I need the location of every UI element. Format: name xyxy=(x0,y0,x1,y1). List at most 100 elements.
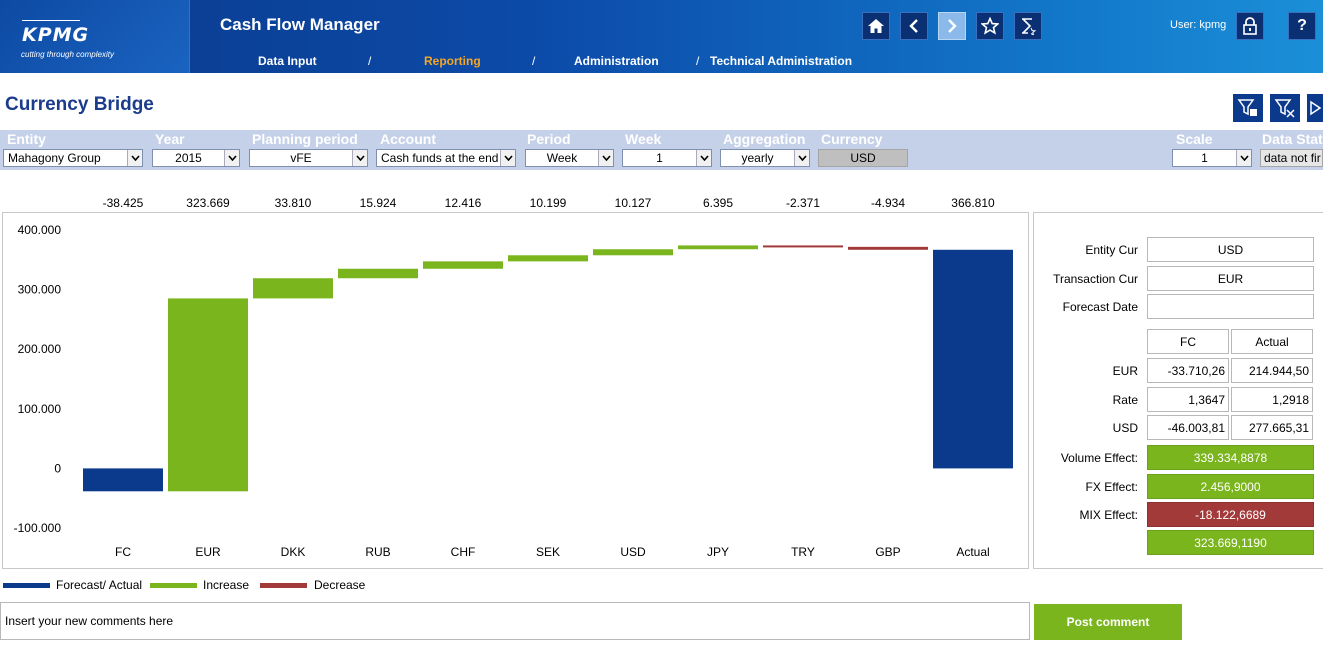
scale-select[interactable]: 1 xyxy=(1172,149,1252,167)
nav-reporting[interactable]: Reporting xyxy=(424,54,481,68)
kpmg-logo[interactable]: KPMG cutting through complexity xyxy=(0,0,190,73)
home-icon xyxy=(868,19,884,33)
help-button[interactable]: ? xyxy=(1288,12,1316,40)
account-select[interactable]: Cash funds at the end xyxy=(376,149,516,167)
data-label: -2.371 xyxy=(786,196,820,210)
home-button[interactable] xyxy=(862,12,890,40)
post-comment-button[interactable]: Post comment xyxy=(1034,604,1182,640)
bar-usd xyxy=(593,249,673,256)
lock-icon xyxy=(1243,17,1257,35)
nav-data-input[interactable]: Data Input xyxy=(258,54,317,68)
data-status-value: data not fir xyxy=(1260,149,1323,167)
data-label: -4.934 xyxy=(871,196,905,210)
legend-label-decrease: Decrease xyxy=(314,578,366,592)
entity-select[interactable]: Mahagony Group xyxy=(3,149,143,167)
aggregation-value: yearly xyxy=(741,151,774,165)
lock-button[interactable] xyxy=(1236,12,1264,40)
data-label: 323.669 xyxy=(186,196,230,210)
top-bar: KPMG cutting through complexity Cash Flo… xyxy=(0,0,1323,73)
bar-gbp xyxy=(848,246,928,250)
eur-row-label: EUR xyxy=(1112,364,1138,378)
total-effect-value: 323.669,1190 xyxy=(1147,530,1314,555)
fc-column-header: FC xyxy=(1147,329,1229,354)
chevron-down-icon[interactable] xyxy=(500,150,515,166)
nav-separator: / xyxy=(368,54,372,68)
back-button[interactable] xyxy=(900,12,928,40)
x-tick-label: FC xyxy=(115,545,131,559)
chevron-down-icon[interactable] xyxy=(127,150,142,166)
data-status-label: Data Statu xyxy=(1262,131,1323,147)
export-button[interactable] xyxy=(1307,94,1323,122)
entity-cur-label: Entity Cur xyxy=(1085,243,1138,257)
filter-save-icon xyxy=(1237,99,1257,116)
x-tick-label: CHF xyxy=(451,545,476,559)
bar-dkk xyxy=(253,278,333,299)
forecast-date-label: Forecast Date xyxy=(1062,300,1138,314)
y-tick-label: 0 xyxy=(54,461,61,475)
currency-label: Currency xyxy=(821,131,883,147)
comment-input[interactable]: Insert your new comments here xyxy=(0,602,1030,640)
volume-effect-value: 339.334,8878 xyxy=(1147,445,1314,470)
x-tick-label: DKK xyxy=(281,545,306,559)
year-select[interactable]: 2015 xyxy=(152,149,240,167)
back-icon xyxy=(909,19,918,33)
currency-bridge-chart: 400.000 300.000 200.000 100.000 0 -100.000 -38… xyxy=(0,190,1030,570)
nav-administration[interactable]: Administration xyxy=(574,54,659,68)
x-tick-label: Actual xyxy=(956,545,989,559)
y-tick-label: 200.000 xyxy=(18,342,62,356)
export-icon xyxy=(1310,100,1322,116)
hourglass-icon xyxy=(1022,18,1037,35)
usd-row-label: USD xyxy=(1112,421,1138,435)
account-label: Account xyxy=(380,131,436,147)
logo-brand: KPMG xyxy=(22,24,90,46)
bar-chf xyxy=(423,261,503,269)
user-label: User: kpmg xyxy=(1170,19,1227,31)
week-select[interactable]: 1 xyxy=(622,149,712,167)
forward-button[interactable] xyxy=(938,12,966,40)
nav-separator: / xyxy=(696,54,700,68)
x-tick-label: TRY xyxy=(791,545,815,559)
chevron-down-icon[interactable] xyxy=(224,150,239,166)
hourglass-button[interactable] xyxy=(1014,12,1042,40)
filter-reset-button[interactable] xyxy=(1270,94,1300,122)
chevron-down-icon[interactable] xyxy=(794,150,809,166)
volume-effect-label: Volume Effect: xyxy=(1060,451,1138,465)
favorite-button[interactable] xyxy=(976,12,1004,40)
aggregation-label: Aggregation xyxy=(723,131,806,147)
year-value: 2015 xyxy=(175,151,202,165)
data-label: 33.810 xyxy=(275,196,312,210)
forecast-date-field xyxy=(1147,294,1314,319)
aggregation-select[interactable]: yearly xyxy=(720,149,810,167)
y-tick-label: -100.000 xyxy=(14,521,62,535)
logo-tagline: cutting through complexity xyxy=(21,50,114,59)
mix-effect-label: MIX Effect: xyxy=(1079,508,1138,522)
legend-label-total: Forecast/ Actual xyxy=(56,578,143,592)
period-label: Period xyxy=(527,131,571,147)
planning-period-select[interactable]: vFE xyxy=(249,149,368,167)
chevron-down-icon[interactable] xyxy=(352,150,367,166)
chevron-down-icon[interactable] xyxy=(696,150,711,166)
nav-technical-administration[interactable]: Technical Administration xyxy=(710,54,852,68)
rate-row-label: Rate xyxy=(1112,393,1138,407)
chevron-down-icon[interactable] xyxy=(598,150,613,166)
legend-label-increase: Increase xyxy=(203,578,250,592)
data-label: 12.416 xyxy=(445,196,482,210)
forward-icon xyxy=(948,19,957,33)
data-label: 6.395 xyxy=(703,196,733,210)
filter-save-button[interactable] xyxy=(1233,94,1263,122)
x-tick-label: GBP xyxy=(875,545,900,559)
week-label: Week xyxy=(625,131,662,147)
week-value: 1 xyxy=(656,151,663,165)
entity-value: Mahagony Group xyxy=(8,151,101,165)
y-tick-label: 300.000 xyxy=(18,283,62,297)
chevron-down-icon[interactable] xyxy=(1236,150,1251,166)
period-value: Week xyxy=(546,151,578,165)
currency-detail-panel: Entity Cur USD Transaction Cur EUR Forec… xyxy=(1033,212,1323,569)
account-value: Cash funds at the end xyxy=(381,151,499,165)
year-label: Year xyxy=(155,131,185,147)
bar-fc xyxy=(83,468,163,492)
usd-actual-value: 277.665,31 xyxy=(1231,415,1313,440)
period-select[interactable]: Week xyxy=(525,149,614,167)
actual-column-header: Actual xyxy=(1231,329,1313,354)
data-label: 10.127 xyxy=(615,196,652,210)
